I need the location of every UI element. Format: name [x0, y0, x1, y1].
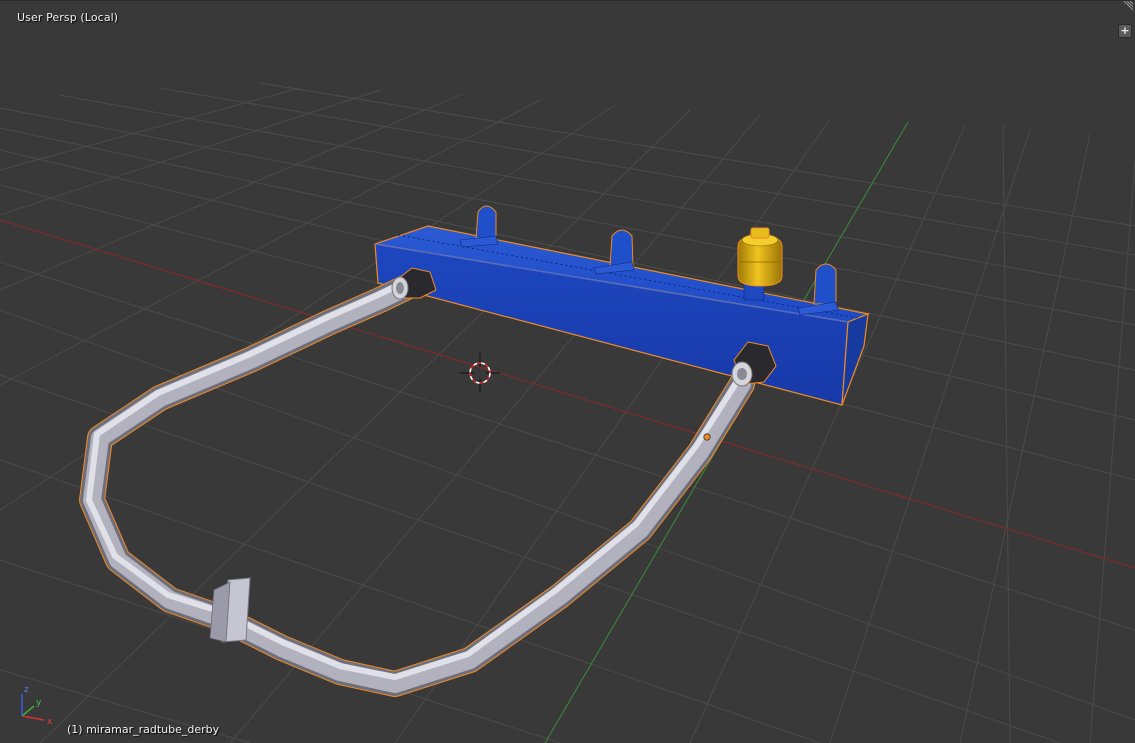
3d-viewport[interactable]: x y z User Persp (Local) (1) miramar_rad…	[0, 0, 1135, 743]
view-perspective-label: User Persp (Local)	[17, 11, 119, 24]
gizmo-y-label: y	[36, 698, 42, 708]
radiator-cap[interactable]	[737, 227, 783, 301]
floor-grid	[0, 82, 1135, 743]
gizmo-z-label: z	[24, 685, 29, 695]
scene-canvas[interactable]: x y z	[0, 0, 1135, 743]
properties-toggle-button[interactable]: +	[1118, 24, 1132, 38]
bracket-1	[459, 205, 499, 248]
gizmo-x-label: x	[47, 717, 53, 727]
area-split-corner-icon[interactable]	[1121, 1, 1133, 13]
bracket-2	[593, 229, 635, 275]
axis-gizmo: x y z	[21, 685, 53, 727]
active-object-label: (1) miramar_radtube_derby	[67, 723, 220, 736]
object-origin[interactable]	[703, 433, 711, 441]
3d-cursor-icon[interactable]	[460, 353, 500, 393]
bracket-3	[797, 263, 839, 316]
